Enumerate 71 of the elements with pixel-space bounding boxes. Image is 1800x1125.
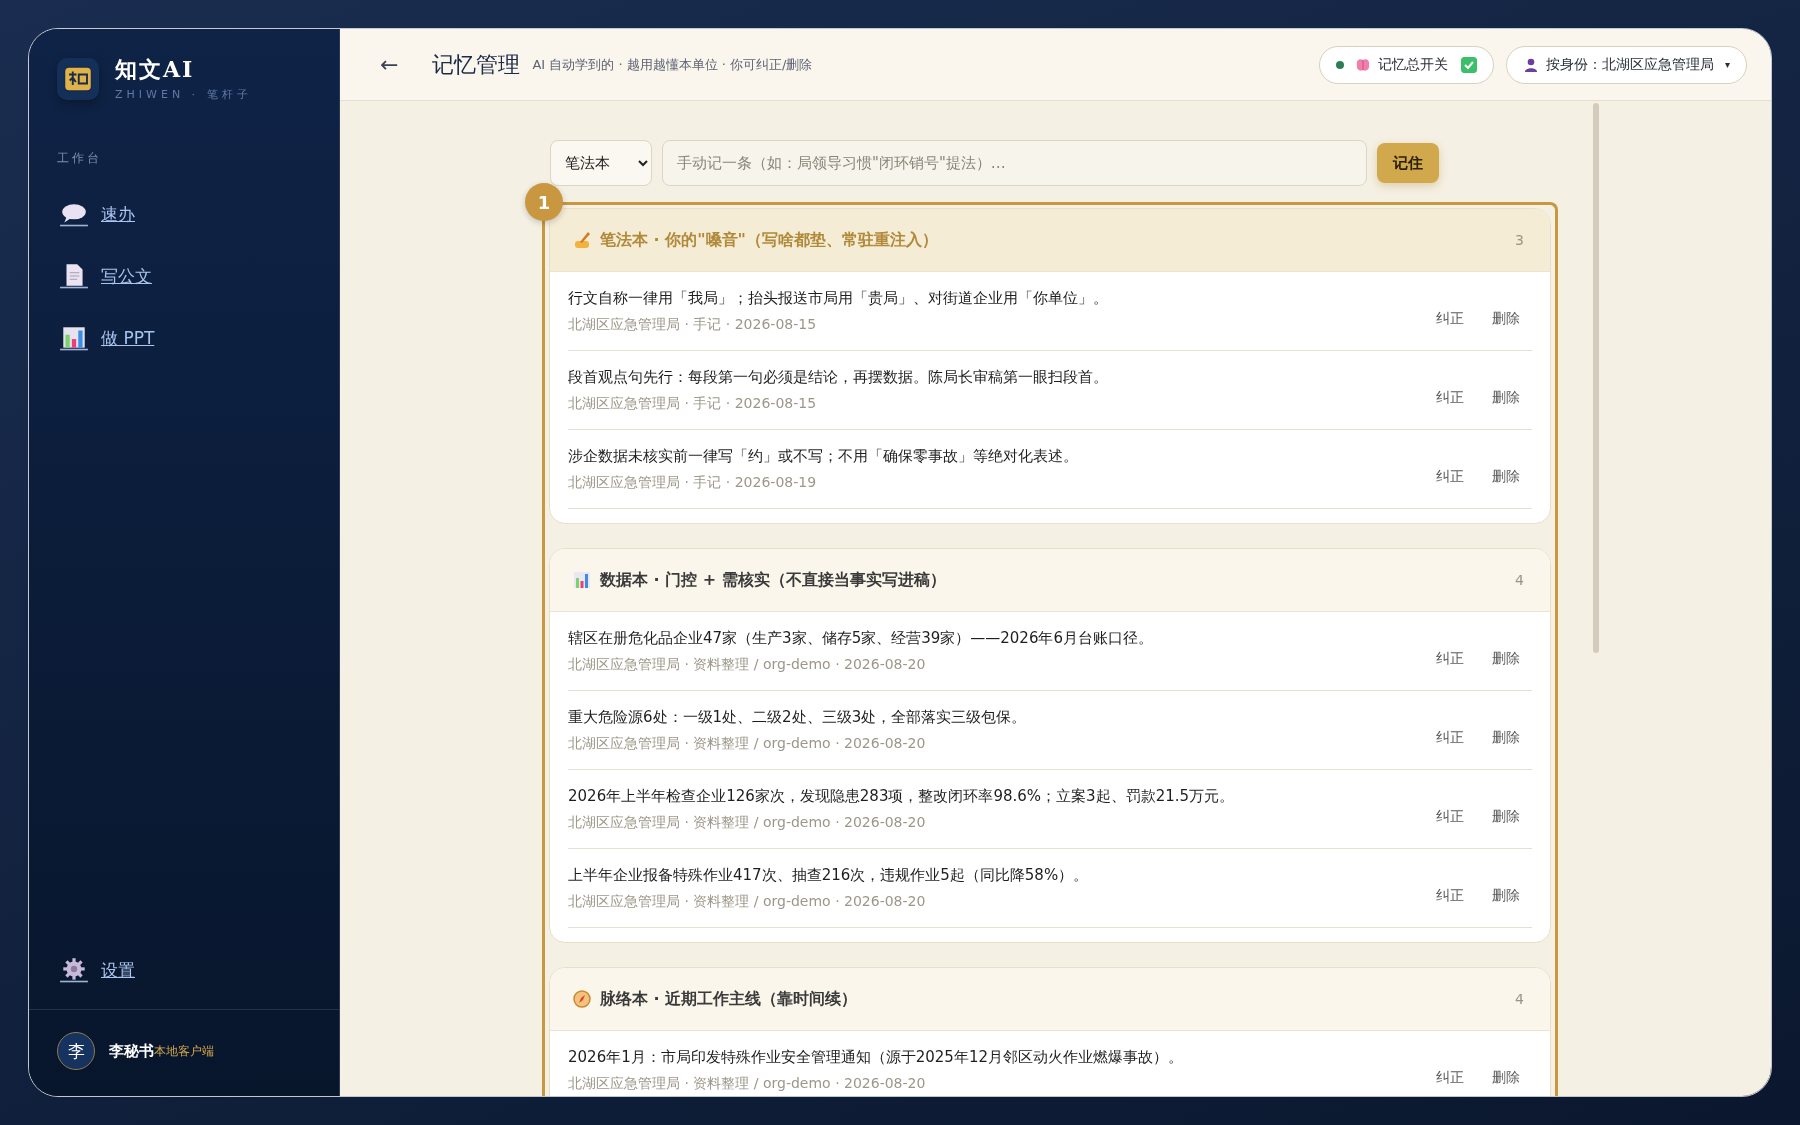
app-name: 知文AI [115,55,196,84]
speech-bubble-icon [59,201,89,227]
item-count: 4 [1515,991,1524,1007]
action-link[interactable]: 纠正 [1432,373,1468,407]
item-count: 3 [1515,232,1524,248]
settings-link[interactable]: 设置 [101,958,135,982]
checkbox[interactable] [1460,56,1477,73]
memory-meta: 北湖区应急管理局 · 资料整理 / org-demo · 2026-08-20 [568,734,927,753]
bar-chart-icon [572,570,592,590]
memory-meta: 北湖区应急管理局 · 资料整理 / org-demo · 2026-08-20 [568,655,927,674]
memory-text: 行文自称一律用「我局」；抬头报送市局用「贵局」、对街道企业用「你单位」。 [568,288,1109,308]
bar-chart-icon [59,325,89,351]
action-link[interactable]: 删除 [1488,452,1524,486]
memory-text: 段首观点句先行：每段第一句必须是结论，再摆数据。陈局长审稿第一眼扫段首。 [568,367,1109,387]
card-header[interactable]: 数据本 · 门控 + 需核实（不直接当事实写进稿） 4 [550,549,1550,612]
nav-link[interactable]: 写公文 [101,264,152,288]
user-name: 李秘书 [109,1041,154,1061]
action-link[interactable]: 纠正 [1432,294,1468,328]
action-link[interactable]: 删除 [1488,713,1524,747]
remember-button[interactable]: 记住 [1377,143,1439,183]
settings-icon [59,957,89,983]
card-title: 笔法本 · 你的"嗓音"（写啥都垫、常驻重注入） [600,229,939,251]
memory-text: 重大危险源6处：一级1处、二级2处、三级3处，全部落实三级包保。 [568,707,1028,727]
memory-meta: 北湖区应急管理局 · 手记 · 2026-08-15 [568,394,818,413]
logo-icon [57,57,99,100]
memory-meta: 北湖区应急管理局 · 资料整理 / org-demo · 2026-08-20 [568,892,927,911]
memory-meta: 北湖区应急管理局 · 资料整理 / org-demo · 2026-08-20 [568,1074,927,1093]
memory-text: 2026年1月：市局印发特殊作业安全管理通知（源于2025年12月邻区动火作业燃爆事故）。 [568,1047,1184,1067]
document-icon [59,263,89,289]
client-tag: 本地客户端 [154,1042,214,1060]
item-count: 4 [1515,572,1524,588]
memory-meta: 北湖区应急管理局 · 手记 · 2026-08-15 [568,315,818,334]
card-title: 数据本 · 门控 + 需核实（不直接当事实写进稿） [600,569,947,591]
action-link[interactable]: 纠正 [1432,1053,1468,1087]
memory-meta: 北湖区应急管理局 · 手记 · 2026-08-19 [568,473,818,492]
writing-hand-icon [572,230,592,250]
identity-dropdown[interactable]: 按身份：北湖区应急管理局 ▾ [1505,45,1747,84]
memory-switch[interactable]: 记忆总开关 [1318,45,1494,84]
category-select[interactable]: 笔法本 [550,140,652,186]
action-link[interactable]: 纠正 [1432,792,1468,826]
action-link[interactable]: 纠正 [1432,452,1468,486]
action-link[interactable]: 删除 [1488,792,1524,826]
action-link[interactable]: 删除 [1488,634,1524,668]
page-subtitle: AI 自动学到的 · 越用越懂本单位 · 你可纠正/删除 [532,55,813,74]
memory-text: 辖区在册危化品企业47家（生产3家、储存5家、经营39家）——2026年6月台账口径。 [568,628,1154,648]
brain-icon [1354,56,1371,73]
memory-text: 上半年企业报备特殊作业417次、抽查216次，违规作业5起（同比降58%）。 [568,865,1090,885]
step-badge: 1 [525,183,563,221]
page-title: 记忆管理 [432,50,521,79]
app-tagline: ZHIWEN · 笔杆子 [115,87,252,102]
memory-meta: 北湖区应急管理局 · 资料整理 / org-demo · 2026-08-20 [568,813,927,832]
card-header[interactable]: 脉络本 · 近期工作主线（靠时间续） 4 [550,968,1550,1031]
action-link[interactable]: 删除 [1488,294,1524,328]
action-link[interactable]: 纠正 [1432,871,1468,905]
action-link[interactable]: 删除 [1488,373,1524,407]
action-link[interactable]: 纠正 [1432,634,1468,668]
action-link[interactable]: 删除 [1488,1053,1524,1087]
memory-input[interactable]: 手动记一条（如：局领导习惯"闭环销号"提法）… [662,140,1367,186]
section-label: 工作台 [56,150,103,167]
scrollbar[interactable] [1593,103,1599,653]
action-link[interactable]: 纠正 [1432,713,1468,747]
avatar: 李 [57,1032,95,1070]
person-icon [1522,56,1539,73]
nav-link[interactable]: 速办 [101,202,135,226]
compass-icon [572,989,592,1009]
memory-text: 2026年上半年检查企业126家次，发现隐患283项，整改闭环率98.6%；立案3起、罚款21.5万元。 [568,786,1236,806]
card-title: 脉络本 · 近期工作主线（靠时间续） [600,988,859,1010]
memory-text: 涉企数据未核实前一律写「约」或不写；不用「确保零事故」等绝对化表述。 [568,446,1079,466]
back-button[interactable]: ← [370,52,409,77]
nav-link[interactable]: 做 PPT [101,326,155,350]
action-link[interactable]: 删除 [1488,871,1524,905]
